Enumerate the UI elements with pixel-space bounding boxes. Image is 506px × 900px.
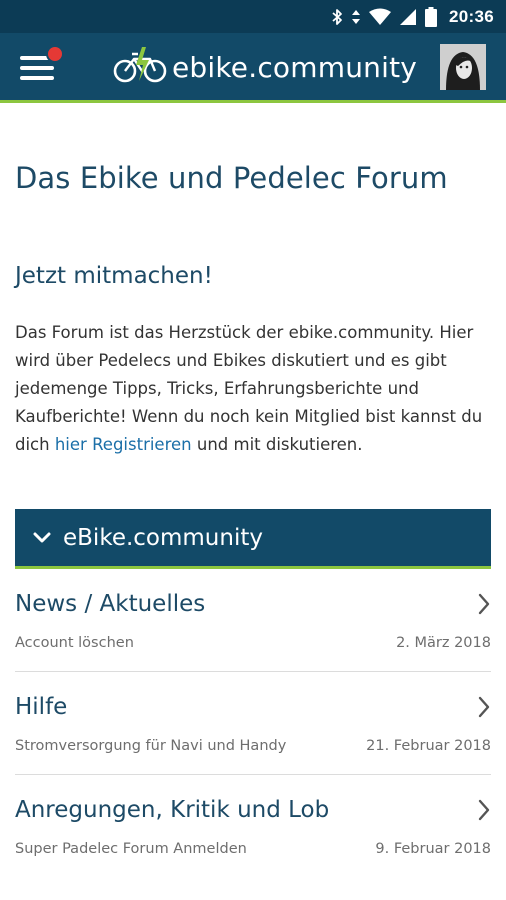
last-topic[interactable]: Account löschen [15, 635, 134, 651]
last-post-date: 9. Februar 2018 [375, 841, 491, 857]
section-title: Jetzt mitmachen! [15, 263, 213, 289]
last-topic[interactable]: Super Padelec Forum Anmelden [15, 841, 247, 857]
clock: 20:36 [449, 6, 494, 26]
menu-button[interactable] [18, 45, 64, 87]
status-bar: 20:36 [0, 0, 506, 33]
chevron-right-icon [477, 696, 491, 722]
chevron-right-icon [477, 593, 491, 619]
menu-icon-line [20, 66, 54, 70]
chevron-down-icon [33, 532, 51, 544]
forum-title: Anregungen, Kritik und Lob [15, 797, 330, 823]
last-post-date: 21. Februar 2018 [366, 738, 491, 754]
data-arrows-icon [351, 8, 361, 26]
page-title: Das Ebike und Pedelec Forum [15, 161, 448, 195]
ebike-logo-icon [112, 45, 168, 89]
main-content: Das Ebike und Pedelec Forum Jetzt mitmac… [0, 103, 506, 878]
bluetooth-icon [331, 8, 343, 26]
user-avatar-icon [440, 44, 486, 90]
forum-item[interactable]: Hilfe Stromversorgung für Navi und Handy… [15, 672, 491, 775]
forum-list: News / Aktuelles Account löschen 2. März… [15, 569, 491, 878]
notification-badge [46, 45, 64, 63]
category-title: eBike.community [63, 524, 263, 551]
register-link[interactable]: hier Registrieren [55, 435, 192, 454]
signal-icon [399, 8, 417, 26]
wifi-icon [369, 8, 392, 26]
last-topic[interactable]: Stromversorgung für Navi und Handy [15, 738, 286, 754]
forum-item[interactable]: Anregungen, Kritik und Lob Super Padelec… [15, 775, 491, 878]
app-bar: ebike.community [0, 33, 506, 103]
chevron-right-icon [477, 799, 491, 825]
intro-text: Das Forum ist das Herzstück der ebike.co… [15, 319, 491, 459]
forum-item[interactable]: News / Aktuelles Account löschen 2. März… [15, 569, 491, 672]
battery-icon [425, 6, 438, 27]
forum-title: News / Aktuelles [15, 591, 206, 617]
brand-name: ebike.community [172, 50, 418, 84]
last-post-date: 2. März 2018 [396, 635, 491, 651]
intro-text-end: und mit diskutieren. [191, 435, 363, 454]
brand-logo[interactable]: ebike.community [112, 47, 417, 87]
forum-title: Hilfe [15, 694, 68, 720]
avatar[interactable] [440, 44, 486, 90]
menu-icon-line [20, 76, 54, 80]
category-header[interactable]: eBike.community [15, 509, 491, 569]
